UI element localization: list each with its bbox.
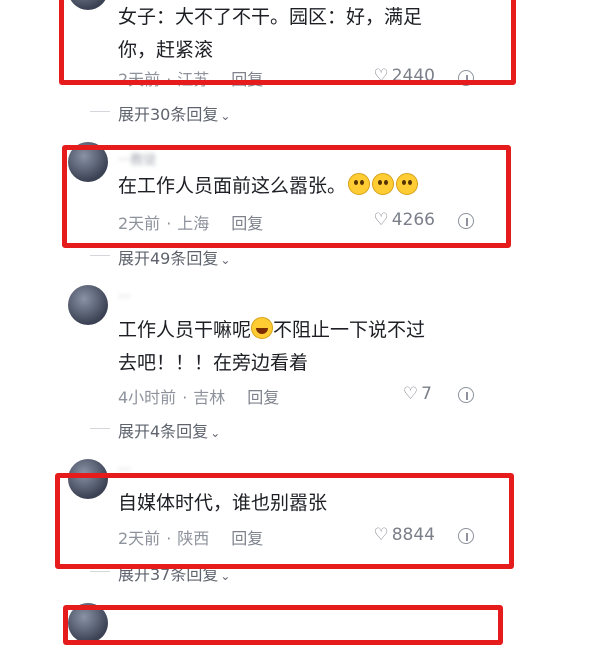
comment-text-line: 工作人员干嘛呢 不阻止一下说不过 — [118, 314, 425, 347]
highlight-box — [59, 0, 516, 85]
highlight-box — [63, 605, 503, 645]
like-button[interactable]: ♡ 7 — [403, 384, 432, 404]
avatar[interactable] — [68, 285, 108, 325]
laugh-emoji-icon — [251, 317, 274, 339]
comment-location: 吉林 — [193, 388, 226, 407]
expand-replies[interactable]: 展开49条回复 ⌄ — [89, 245, 231, 269]
comment-time: 4小时前 — [118, 388, 177, 407]
highlight-box — [55, 473, 514, 569]
expand-replies-label: 展开49条回复 — [118, 249, 219, 268]
chevron-down-icon: ⌄ — [220, 109, 231, 123]
comment-text: 工作人员干嘛呢 不阻止一下说不过 去吧！！！在旁边看着 — [118, 314, 425, 380]
comment-text-line: 去吧！！！在旁边看着 — [118, 352, 309, 374]
separator: · — [182, 388, 188, 407]
like-count: 7 — [421, 384, 432, 404]
expand-replies-label: 展开4条回复 — [118, 422, 209, 441]
highlight-box — [62, 145, 511, 248]
expand-replies-label: 展开30条回复 — [118, 105, 219, 124]
comment-text-fragment: 不阻止一下说不过 — [273, 319, 426, 341]
heart-icon: ♡ — [402, 384, 419, 404]
reply-button[interactable]: 回复 — [247, 388, 279, 407]
dislike-icon[interactable] — [458, 387, 474, 403]
comment-meta: 4小时前 · 吉林 回复 — [118, 384, 279, 408]
expand-replies[interactable]: 展开30条回复 ⌄ — [89, 101, 231, 125]
chevron-down-icon: ⌄ — [210, 426, 221, 440]
expand-replies[interactable]: 展开4条回复 ⌄ — [89, 418, 221, 442]
chevron-down-icon: ⌄ — [220, 253, 231, 267]
comment-text-fragment: 工作人员干嘛呢 — [118, 319, 252, 341]
chevron-down-icon: ⌄ — [220, 569, 231, 583]
username[interactable]: ··· — [118, 290, 130, 306]
